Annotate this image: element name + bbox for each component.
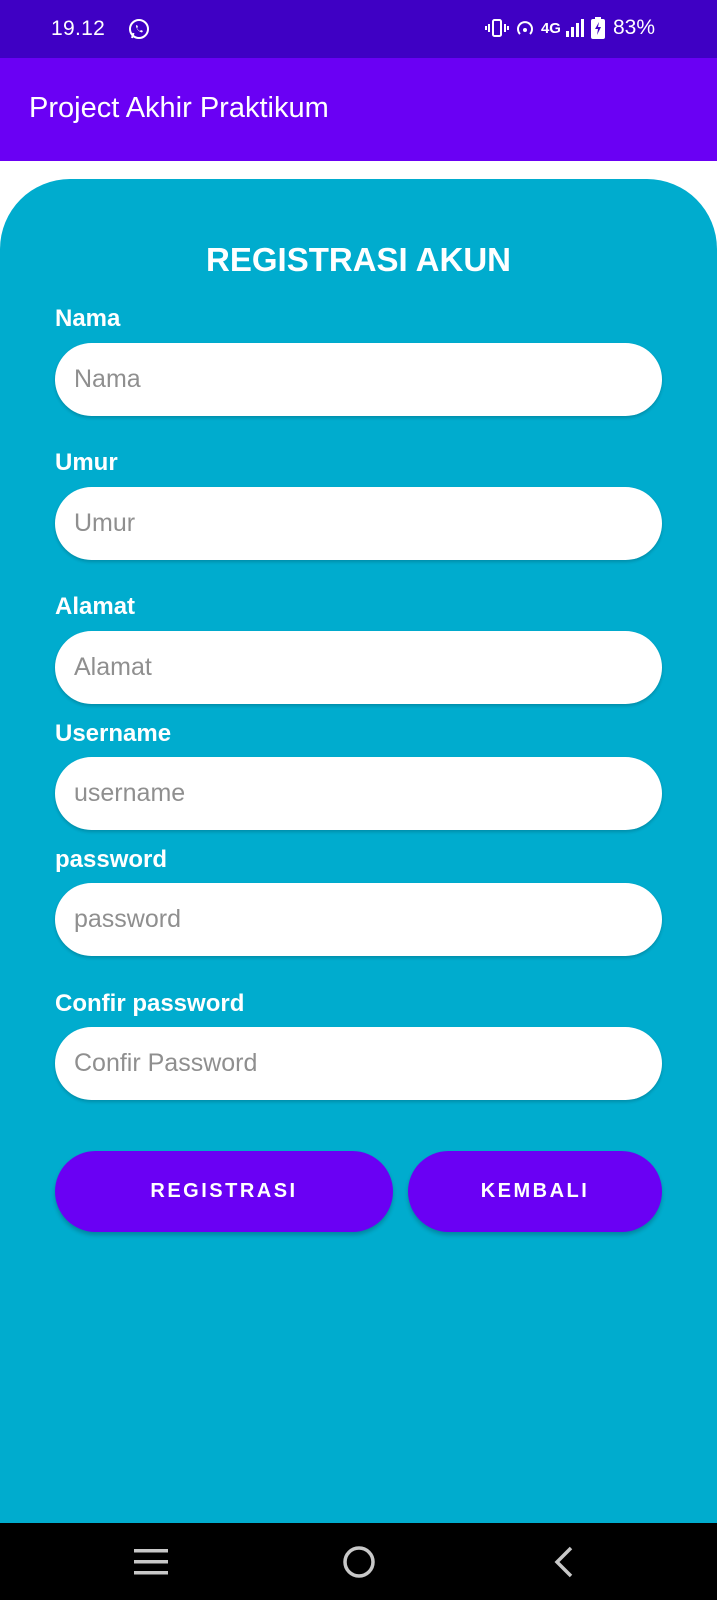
address-label: Alamat <box>55 593 136 620</box>
registration-card: REGISTRASI AKUN Nama Umur Alamat Usernam… <box>0 179 717 1523</box>
app-title: Project Akhir Praktikum <box>29 92 329 124</box>
age-input[interactable] <box>55 487 662 560</box>
whatsapp-icon <box>128 18 150 40</box>
status-bar: 19.12 4G 83% <box>0 0 717 58</box>
address-input[interactable] <box>55 631 662 704</box>
app-bar: Project Akhir Praktikum <box>0 58 717 161</box>
name-label: Nama <box>55 305 121 332</box>
back-button[interactable]: KEMBALI <box>408 1151 662 1232</box>
form-title: REGISTRASI AKUN <box>206 241 511 278</box>
system-nav-bar <box>0 1523 717 1600</box>
confirm-password-input[interactable] <box>55 1027 662 1100</box>
username-input[interactable] <box>55 757 662 830</box>
hotspot-icon <box>515 18 535 38</box>
confirm-password-label: Confir password <box>55 990 245 1017</box>
battery-percentage: 83% <box>612 16 655 39</box>
battery-charging-icon <box>590 17 605 39</box>
status-time: 19.12 <box>51 17 106 40</box>
back-icon[interactable] <box>513 1523 613 1600</box>
password-input[interactable] <box>55 883 662 956</box>
network-type: 4G <box>540 19 561 37</box>
age-label: Umur <box>55 449 118 476</box>
register-button[interactable]: REGISTRASI <box>55 1151 393 1232</box>
vibrate-icon <box>484 18 509 38</box>
status-icons: 4G 83% <box>484 16 655 40</box>
recent-apps-icon[interactable] <box>101 1523 201 1600</box>
signal-icon <box>565 18 585 38</box>
home-icon[interactable] <box>309 1523 409 1600</box>
name-input[interactable] <box>55 343 662 416</box>
password-label: password <box>55 846 168 873</box>
username-label: Username <box>55 720 172 747</box>
